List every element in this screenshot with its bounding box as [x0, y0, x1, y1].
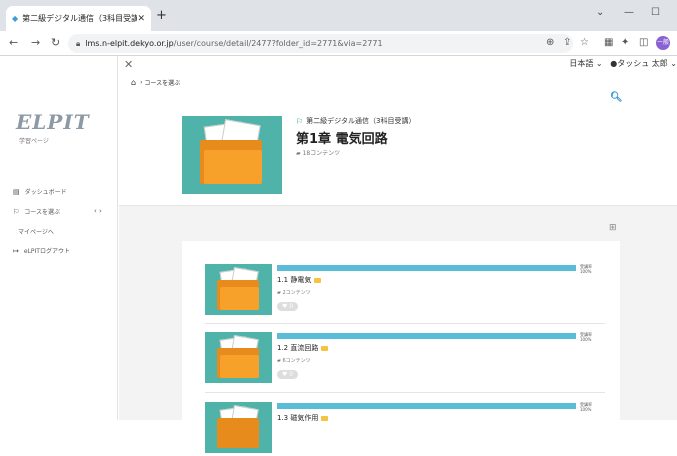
- course-title: 第1章 電気回路: [296, 132, 388, 147]
- flag-icon: ⚐: [296, 116, 304, 126]
- zoom-icon[interactable]: ⊕: [546, 37, 554, 48]
- user-bar: 日本語 ⌄ ●タッシュ 太郎 ⌄: [569, 58, 677, 69]
- lesson-thumbnail[interactable]: [205, 264, 272, 315]
- row-divider: [205, 323, 605, 324]
- lesson-content-count: ▰ 2コンテンツ: [277, 290, 311, 296]
- extension-icon[interactable]: ▦: [604, 37, 613, 48]
- sidepanel-icon[interactable]: ◫: [639, 37, 648, 48]
- search-icon[interactable]: 🔍︎: [610, 92, 623, 103]
- grid-view-icon[interactable]: ⊞: [609, 223, 617, 233]
- share-icon[interactable]: ⇪: [563, 37, 571, 48]
- progress-bar: [277, 265, 576, 271]
- home-icon[interactable]: ⌂: [131, 78, 136, 87]
- url-bar[interactable]: 🔒︎ lms.n-elpit.dekyo.or.jp/user/course/d…: [68, 34, 573, 53]
- profile-avatar[interactable]: ー般: [656, 36, 670, 50]
- breadcrumb: ⌂ › コースを選ぶ: [131, 78, 180, 87]
- logo-subtitle: 学習ページ: [19, 138, 49, 145]
- course-content-count: ▰ 18コンテンツ: [296, 150, 341, 157]
- lesson-title[interactable]: 1.1 静電気: [277, 275, 322, 285]
- bookmark-star-icon[interactable]: ☆: [580, 37, 589, 48]
- progress-bar: [277, 403, 576, 409]
- logout-icon: ↦: [13, 246, 19, 255]
- progress-label: 受講率 100%: [580, 402, 592, 412]
- sidebar-item-mypage[interactable]: マイページへ: [18, 227, 54, 236]
- url-path: /user/course/detail/2477?folder_id=2771&…: [173, 39, 383, 48]
- like-button[interactable]: ♥ 0: [277, 302, 298, 311]
- course-category: ⚐ 第二級デジタル通信（3科目受講）: [296, 116, 416, 126]
- sidebar-item-label: マイページへ: [18, 229, 54, 236]
- row-divider: [205, 392, 605, 393]
- puzzle-icon[interactable]: ✦: [621, 37, 629, 48]
- folder-front-graphic: [204, 150, 262, 184]
- reload-icon[interactable]: ↻: [51, 36, 60, 49]
- minimize-button[interactable]: —: [624, 7, 634, 18]
- lock-icon: 🔒︎: [76, 38, 81, 48]
- flag-icon: ⚐: [13, 207, 20, 216]
- lesson-row[interactable]: 受講率 100% 1.1 静電気 ▰ 2コンテンツ ♥ 0: [205, 264, 605, 318]
- sidebar-item-label: コースを選ぶ: [24, 209, 60, 216]
- tab-search-icon[interactable]: ⌄: [596, 7, 604, 18]
- sidebar-pager[interactable]: ‹ ›: [94, 207, 102, 215]
- course-thumbnail: [182, 116, 282, 194]
- sidebar-item-label: eLPITログアウト: [23, 248, 70, 255]
- lesson-row[interactable]: 受講率 100% 1.3 磁気作用: [205, 402, 605, 456]
- lesson-content-count: ▰ 6コンテンツ: [277, 358, 311, 364]
- lesson-thumbnail[interactable]: [205, 402, 272, 453]
- address-toolbar: ← → ↻ 🔒︎ lms.n-elpit.dekyo.or.jp/user/co…: [0, 31, 677, 56]
- lesson-row[interactable]: 受講率 100% 1.2 直流回路 ▰ 6コンテンツ ♥ 0: [205, 332, 605, 386]
- lesson-title[interactable]: 1.2 直流回路: [277, 343, 329, 353]
- dashboard-icon: ▤: [13, 187, 20, 196]
- lesson-title[interactable]: 1.3 磁気作用: [277, 413, 329, 423]
- sidebar-item-label: ダッシュボード: [24, 189, 67, 196]
- language-select[interactable]: 日本語 ⌄: [569, 59, 602, 68]
- user-menu[interactable]: ●タッシュ 太郎 ⌄: [610, 59, 677, 68]
- url-host: lms.n-elpit.dekyo.or.jp: [85, 39, 174, 48]
- browser-tab-bar: ◆ 第二級デジタル通信（3科目受講） ✕ + ⌄ — ☐: [0, 0, 677, 31]
- progress-label: 受講率 100%: [580, 264, 592, 274]
- back-icon[interactable]: ←: [9, 36, 18, 49]
- lesson-thumbnail[interactable]: [205, 332, 272, 383]
- tab-close-icon[interactable]: ✕: [137, 14, 145, 24]
- maximize-button[interactable]: ☐: [651, 7, 660, 18]
- like-button[interactable]: ♥ 0: [277, 370, 298, 379]
- progress-bar: [277, 333, 576, 339]
- sidebar-item-dashboard[interactable]: ▤ ダッシュボード: [13, 187, 67, 197]
- tab-title: 第二級デジタル通信（3科目受講）: [22, 14, 138, 23]
- close-icon[interactable]: ✕: [124, 58, 133, 71]
- progress-label: 受講率 100%: [580, 332, 592, 342]
- browser-tab[interactable]: ◆ 第二級デジタル通信（3科目受講） ✕: [6, 6, 151, 31]
- forward-icon[interactable]: →: [31, 36, 40, 49]
- folder-icon: [314, 277, 322, 283]
- breadcrumb-course-select[interactable]: コースを選ぶ: [144, 78, 180, 87]
- folder-icon: [321, 345, 329, 351]
- elpit-favicon-icon: ◆: [12, 14, 19, 23]
- sidebar-item-logout[interactable]: ↦ eLPITログアウト: [13, 246, 70, 256]
- elpit-logo[interactable]: ELPIT: [16, 110, 90, 134]
- sidebar-item-course-select[interactable]: ⚐ コースを選ぶ: [13, 207, 60, 217]
- new-tab-button[interactable]: +: [156, 8, 167, 23]
